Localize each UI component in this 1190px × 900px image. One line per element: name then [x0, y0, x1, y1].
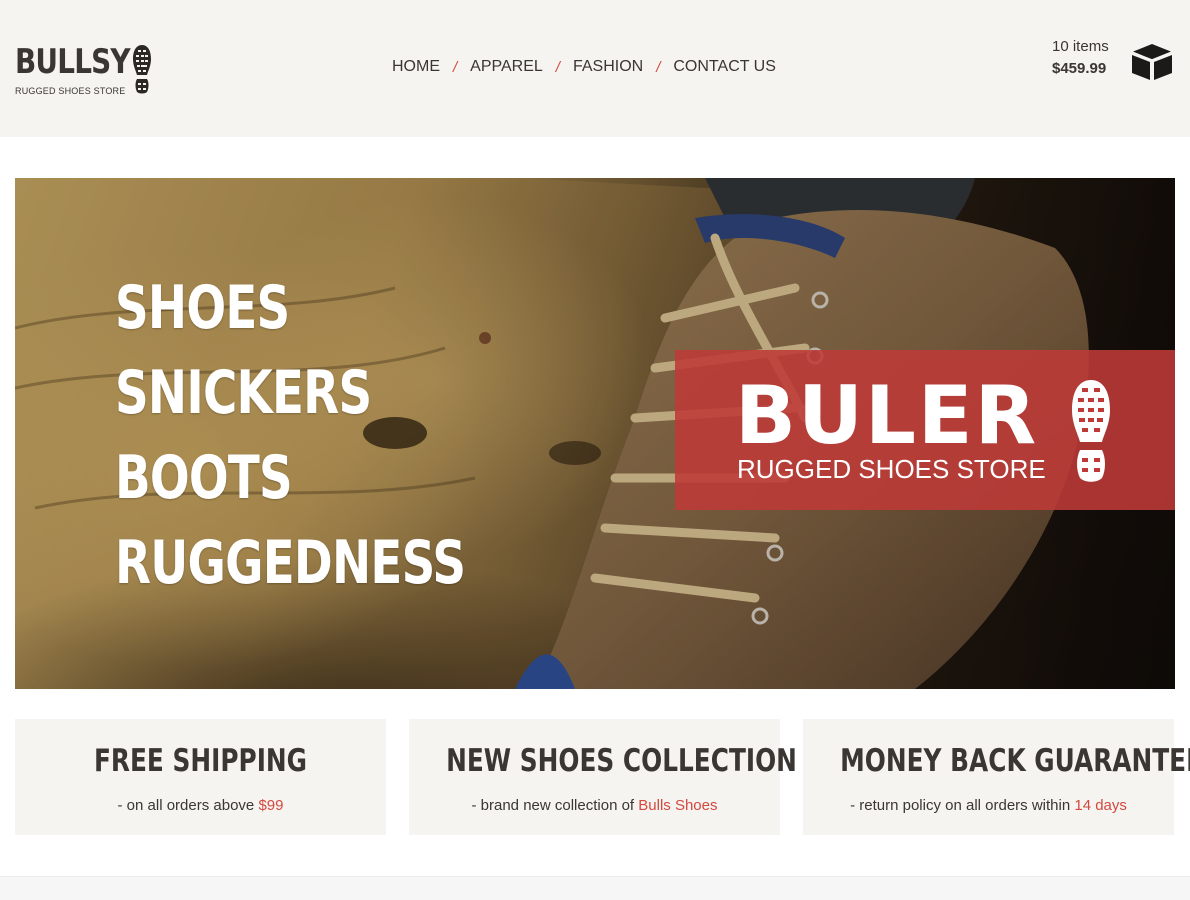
feature-desc-highlight: $99 — [258, 797, 284, 814]
nav-separator: / — [555, 58, 560, 76]
feature-description: - on all orders above $99 — [15, 797, 386, 814]
feature-new-collection: NEW SHOES COLLECTION - brand new collect… — [409, 719, 797, 835]
hero-word: RUGGEDNESS — [115, 528, 466, 598]
feature-desc-highlight: 14 days — [1074, 797, 1127, 814]
footer-divider — [0, 876, 1190, 900]
feature-desc-text: - brand new collection of — [471, 797, 639, 814]
hero-headline: SHOES SNICKERS BOOTS RUGGEDNESS — [115, 266, 564, 606]
feature-description: - return policy on all orders within 14 … — [803, 797, 1174, 814]
nav-fashion[interactable]: FASHION — [573, 58, 643, 76]
logo-tagline: RUGGED SHOES STORE — [15, 86, 126, 96]
nav-separator: / — [656, 58, 661, 76]
feature-title: MONEY BACK GUARANTEE — [840, 743, 1190, 779]
nav-home[interactable]: HOME — [392, 58, 440, 76]
hero-banner[interactable]: SHOES SNICKERS BOOTS RUGGEDNESS BULER RU… — [15, 178, 1175, 689]
hero-word: SNICKERS — [115, 358, 372, 428]
main-nav: HOME / APPAREL / FASHION / CONTACT US — [392, 56, 776, 78]
cart-total: $459.99 — [1052, 60, 1107, 77]
feature-description: - brand new collection of Bulls Shoes — [409, 797, 780, 814]
hero-word: BOOTS — [115, 443, 293, 513]
box-icon[interactable] — [1130, 42, 1174, 82]
feature-money-back: MONEY BACK GUARANTEE - return policy on … — [803, 719, 1190, 835]
feature-desc-text: - return policy on all orders within — [850, 797, 1075, 814]
cart-item-count: 10 items — [1052, 38, 1109, 55]
hero-word: SHOES — [115, 273, 290, 343]
brand-banner: BULER RUGGED SHOES STORE — [675, 350, 1175, 510]
feature-desc-text: - on all orders above — [117, 797, 259, 814]
nav-separator: / — [453, 58, 458, 76]
site-header: BULLSY RUGGED SHOES STORE HOME / APPAREL… — [0, 0, 1190, 137]
shoe-sole-icon — [1072, 380, 1110, 482]
feature-free-shipping: FREE SHIPPING - on all orders above $99 — [15, 719, 386, 835]
shoe-sole-icon — [133, 45, 151, 94]
site-logo[interactable]: BULLSY RUGGED SHOES STORE — [15, 40, 165, 100]
brand-tagline: RUGGED SHOES STORE — [737, 454, 1046, 484]
nav-contact-us[interactable]: CONTACT US — [673, 58, 776, 76]
nav-apparel[interactable]: APPAREL — [470, 58, 543, 76]
feature-desc-highlight[interactable]: Bulls Shoes — [638, 797, 717, 814]
cart-summary[interactable]: 10 items $459.99 — [1052, 38, 1177, 84]
brand-name: BULER — [735, 369, 1039, 462]
logo-name: BULLSY — [15, 42, 131, 82]
feature-title: NEW SHOES COLLECTION — [446, 743, 797, 779]
feature-title: FREE SHIPPING — [93, 743, 308, 779]
